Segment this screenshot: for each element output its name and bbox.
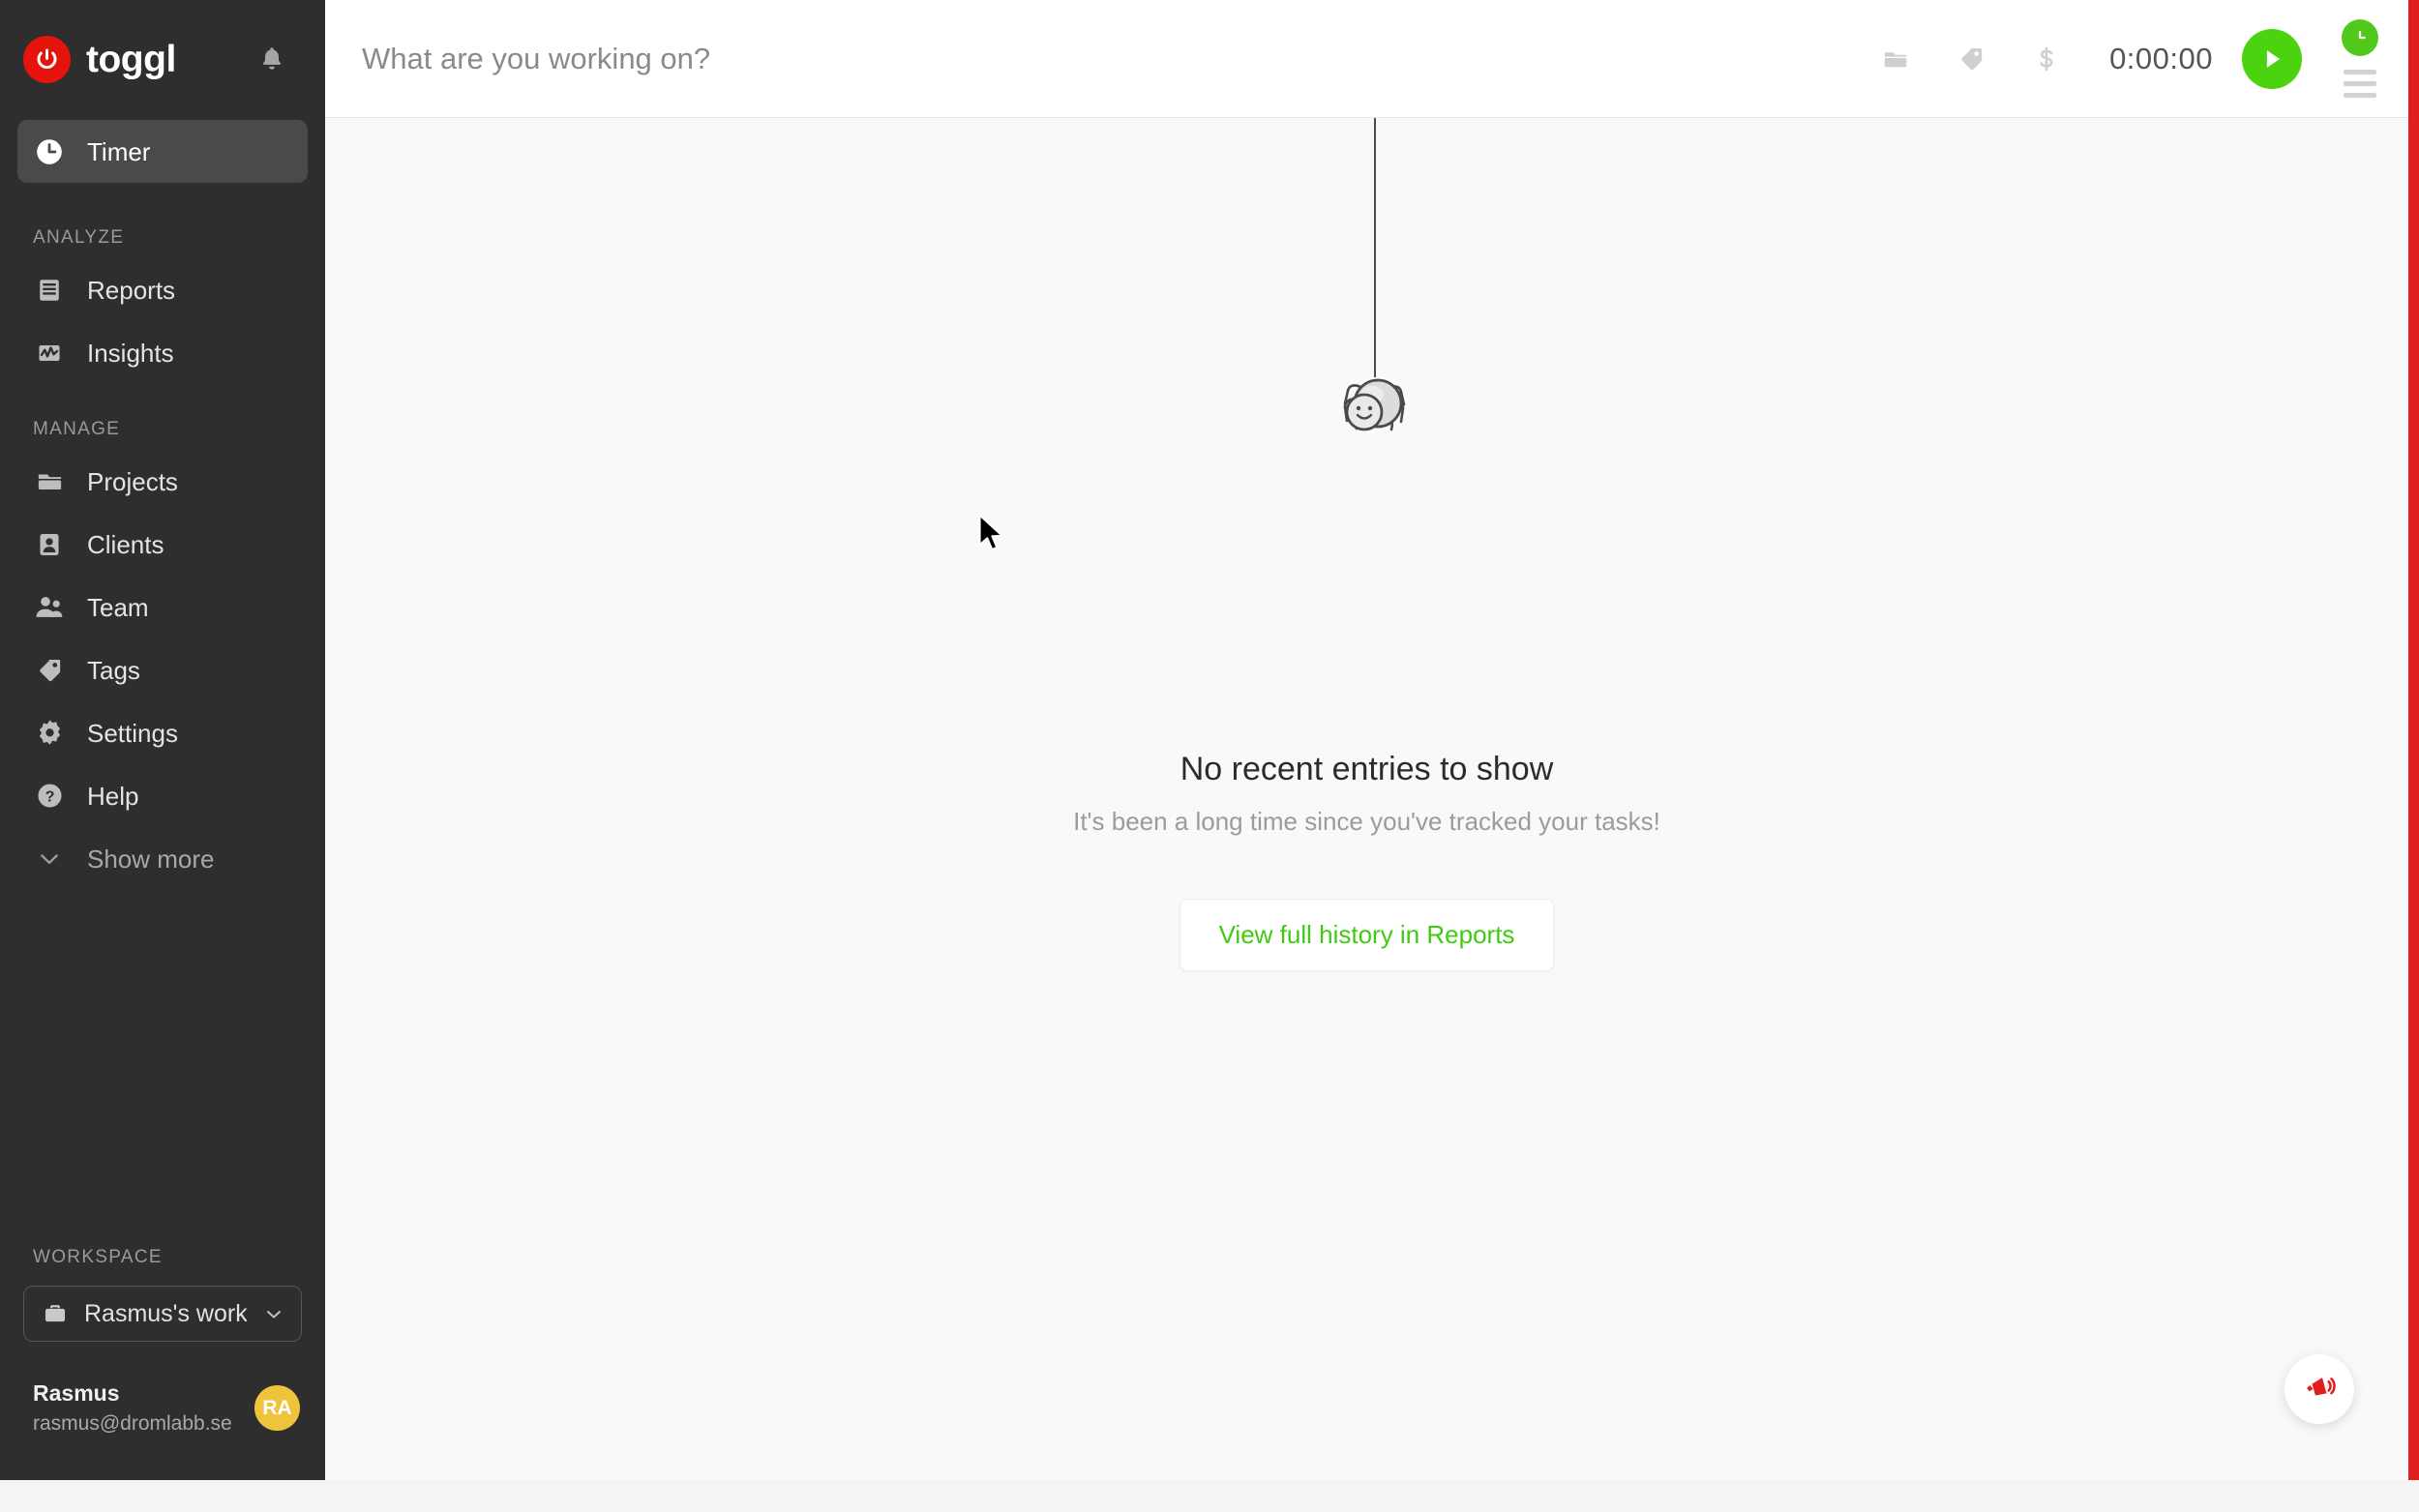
clock-icon <box>33 135 66 168</box>
sidebar-item-label: Team <box>87 592 149 622</box>
play-icon <box>2258 45 2285 73</box>
toggl-logo[interactable]: toggl <box>23 35 176 83</box>
start-timer-button[interactable] <box>2242 28 2302 89</box>
timer-mode-menu[interactable] <box>2333 19 2387 98</box>
timer-topbar: 0:00:00 <box>325 0 2408 118</box>
avatar[interactable]: RA <box>254 1385 300 1431</box>
sidebar-item-label: Projects <box>87 466 178 496</box>
timer-duration-display[interactable]: 0:00:00 <box>2084 42 2242 76</box>
svg-text:?: ? <box>45 788 54 806</box>
sidebar-item-label: Timer <box>87 136 151 166</box>
main-area: 0:00:00 <box>325 0 2408 1480</box>
sidebar-item-label: Insights <box>87 338 174 368</box>
sidebar-section-analyze: ANALYZE <box>33 227 125 248</box>
sidebar-item-label: Clients <box>87 529 164 559</box>
workspace-block: WORKSPACE Rasmus's work... <box>0 1247 325 1342</box>
bell-icon[interactable] <box>255 43 288 75</box>
folder-icon <box>33 465 66 498</box>
sidebar-item-projects[interactable]: Projects <box>17 450 308 513</box>
timer-actions: 0:00:00 <box>1858 19 2387 98</box>
sidebar-item-clients[interactable]: Clients <box>17 513 308 576</box>
power-icon <box>23 35 71 83</box>
briefcase-icon <box>42 1300 69 1327</box>
sidebar-item-reports[interactable]: Reports <box>17 258 308 321</box>
sidebar-section-manage: MANAGE <box>33 419 121 439</box>
people-icon <box>33 591 66 624</box>
tag-selector-icon[interactable] <box>1933 30 2009 88</box>
empty-state-subtitle: It's been a long time since you've track… <box>1073 807 1660 836</box>
sidebar-show-more[interactable]: Show more <box>17 827 308 890</box>
sidebar-item-label: Help <box>87 781 139 811</box>
hanging-spider-icon <box>1322 365 1428 461</box>
task-description-input[interactable] <box>362 29 1859 88</box>
megaphone-icon <box>2302 1372 2337 1407</box>
browser-right-edge <box>2408 0 2419 1480</box>
reports-icon <box>33 274 66 307</box>
announcements-button[interactable] <box>2285 1354 2354 1424</box>
sidebar-item-label: Settings <box>87 718 178 748</box>
sidebar-item-label: Reports <box>87 275 176 305</box>
workspace-section-label: WORKSPACE <box>33 1247 163 1267</box>
sidebar: toggl Timer ANALYZE Reports Insights MAN… <box>0 0 325 1480</box>
tag-icon <box>33 654 66 687</box>
project-selector-icon[interactable] <box>1858 30 1933 88</box>
sidebar-item-insights[interactable]: Insights <box>17 321 308 384</box>
sidebar-nav: Timer ANALYZE Reports Insights MANAGE Pr… <box>0 118 325 1247</box>
sidebar-item-tags[interactable]: Tags <box>17 638 308 701</box>
workspace-name: Rasmus's work... <box>84 1299 247 1327</box>
user-text: Rasmus rasmus@dromlabb.se <box>33 1380 241 1436</box>
hamburger-menu-icon[interactable] <box>2344 70 2376 98</box>
sidebar-item-team[interactable]: Team <box>17 576 308 638</box>
spider-thread <box>1374 118 1376 377</box>
workspace-selector[interactable]: Rasmus's work... <box>23 1286 302 1342</box>
sidebar-brand-row: toggl <box>0 0 325 118</box>
sidebar-item-settings[interactable]: Settings <box>17 701 308 764</box>
sidebar-show-more-label: Show more <box>87 844 215 874</box>
billable-dollar-icon[interactable] <box>2009 30 2084 88</box>
gear-icon <box>33 717 66 750</box>
user-account-row[interactable]: Rasmus rasmus@dromlabb.se RA <box>0 1342 325 1480</box>
user-name: Rasmus <box>33 1380 120 1406</box>
insights-icon <box>33 337 66 370</box>
user-email: rasmus@dromlabb.se <box>33 1412 232 1435</box>
question-circle-icon: ? <box>33 780 66 813</box>
chevron-down-icon <box>262 1302 285 1325</box>
person-card-icon <box>33 528 66 561</box>
sidebar-item-label: Tags <box>87 655 140 685</box>
sidebar-item-timer[interactable]: Timer <box>17 120 308 183</box>
sidebar-item-help[interactable]: ? Help <box>17 764 308 827</box>
view-full-history-button[interactable]: View full history in Reports <box>1179 899 1555 971</box>
empty-state-title: No recent entries to show <box>1180 751 1554 787</box>
toggl-app-window: toggl Timer ANALYZE Reports Insights MAN… <box>0 0 2419 1512</box>
brand-wordmark: toggl <box>86 38 176 80</box>
empty-state-panel: No recent entries to show It's been a lo… <box>325 118 2408 1480</box>
chevron-down-icon <box>33 843 66 875</box>
clock-icon <box>2342 19 2378 56</box>
